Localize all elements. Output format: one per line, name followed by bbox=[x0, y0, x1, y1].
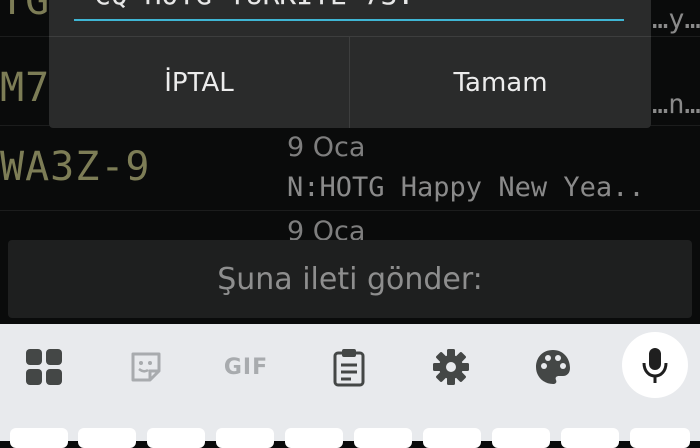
sticker-icon[interactable] bbox=[120, 341, 172, 393]
callsign: WA3Z-9 bbox=[0, 144, 151, 190]
key[interactable] bbox=[630, 428, 690, 448]
message-preview: …y… bbox=[652, 4, 700, 35]
key[interactable] bbox=[285, 428, 343, 448]
message-date: 9 Oca bbox=[287, 132, 366, 163]
callsign: M7 bbox=[0, 65, 51, 111]
voice-input-button[interactable] bbox=[622, 332, 688, 398]
message-input-field[interactable]: CQ HOTG TURKIYE 73. bbox=[74, 0, 624, 21]
cancel-button[interactable]: İPTAL bbox=[49, 37, 349, 128]
message-row-3[interactable]: WA3Z-9 9 Oca N:HOTG Happy New Yea.. bbox=[0, 126, 700, 210]
key[interactable] bbox=[492, 428, 550, 448]
send-message-dialog: CQ HOTG TURKIYE 73. İPTAL Tamam bbox=[49, 0, 651, 128]
key[interactable] bbox=[10, 428, 68, 448]
clipboard-icon[interactable] bbox=[323, 341, 375, 393]
apps-grid-icon[interactable] bbox=[18, 341, 70, 393]
message-preview: N:HOTG Happy New Yea.. bbox=[287, 172, 645, 203]
gif-icon[interactable]: GIF bbox=[220, 341, 272, 393]
message-row-4[interactable]: 9 Oca bbox=[0, 211, 700, 240]
key[interactable] bbox=[216, 428, 274, 448]
key[interactable] bbox=[561, 428, 619, 448]
key[interactable] bbox=[423, 428, 481, 448]
ok-button[interactable]: Tamam bbox=[350, 37, 651, 128]
settings-gear-icon[interactable] bbox=[425, 341, 477, 393]
key[interactable] bbox=[354, 428, 412, 448]
message-date: 9 Oca bbox=[287, 216, 366, 240]
message-input-value: CQ HOTG TURKIYE 73. bbox=[94, 0, 414, 11]
callsign: TG bbox=[0, 0, 51, 24]
key[interactable] bbox=[147, 428, 205, 448]
gif-label: GIF bbox=[223, 354, 269, 380]
message-preview: …n… bbox=[652, 89, 700, 120]
palette-icon[interactable] bbox=[527, 341, 579, 393]
microphone-icon bbox=[642, 348, 668, 383]
compose-message-field[interactable]: Şuna ileti gönder: bbox=[8, 240, 692, 318]
key[interactable] bbox=[78, 428, 136, 448]
